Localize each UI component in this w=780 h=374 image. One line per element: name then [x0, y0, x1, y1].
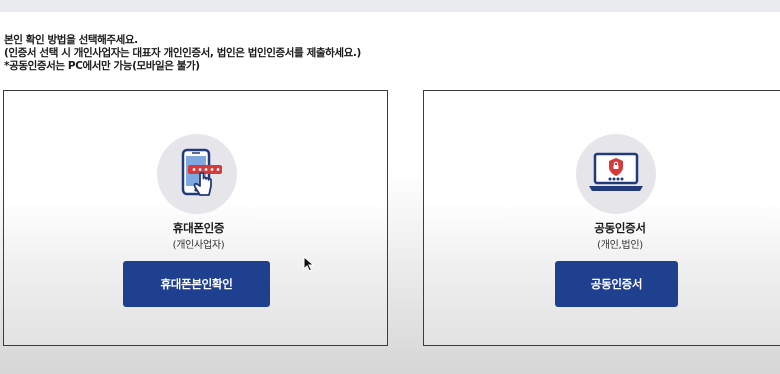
phone-verify-button[interactable]: 휴대폰본인확인 — [123, 261, 270, 307]
phone-verification-icon — [157, 134, 237, 214]
instruction-line-3: *공동인증서는 PC에서만 가능(모바일은 불가) — [4, 60, 200, 72]
instructions: 본인 확인 방법을 선택해주세요. (인증서 선택 시 개인사업자는 대표자 개… — [4, 34, 361, 73]
instruction-line-1: 본인 확인 방법을 선택해주세요. — [4, 34, 138, 46]
phone-card-title: 휴대폰인증 — [172, 221, 225, 235]
cert-card-subtitle: (개인,법인) — [597, 240, 643, 251]
instruction-line-2: (인증서 선택 시 개인사업자는 대표자 개인인증서, 법인은 법인인증서를 제… — [4, 47, 361, 59]
joint-certificate-button[interactable]: 공동인증서 — [555, 261, 678, 307]
top-header-strip — [0, 0, 780, 12]
laptop-certificate-icon — [576, 134, 656, 214]
phone-verification-card[interactable]: 휴대폰인증 (개인사업자) 휴대폰본인확인 — [3, 90, 388, 346]
phone-card-subtitle: (개인사업자) — [172, 240, 225, 251]
cert-card-title: 공동인증서 — [594, 221, 646, 235]
mouse-cursor-icon — [303, 256, 315, 272]
joint-certificate-card[interactable]: 공동인증서 (개인,법인) 공동인증서 — [423, 90, 780, 346]
